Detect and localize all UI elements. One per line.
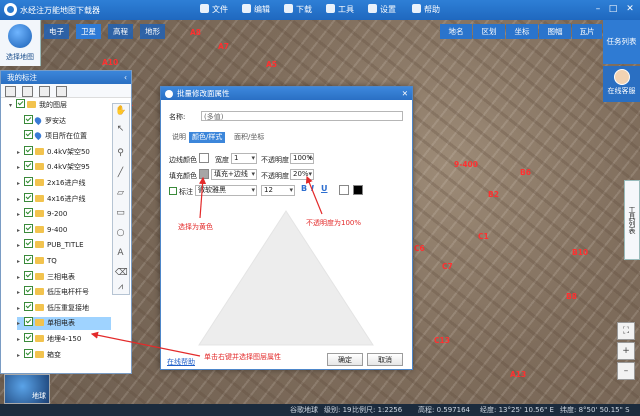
minimap-label: 地球 [32, 392, 46, 400]
status-bar: 谷歌地球 级别: 19 比例尺: 1:2256 高程: 0.597164 经度:… [0, 404, 640, 416]
status-elevation: 高程: 0.597164 [418, 406, 470, 414]
minimap[interactable]: 地球 [4, 374, 50, 404]
status-longitude: 经度: 13°25' 10.56" E [480, 406, 554, 414]
annotation-arrows [90, 175, 323, 357]
status-latitude: 纬度: 8°50' 50.15" S [560, 406, 630, 414]
status-scale: 比例尺: 1:2256 [352, 406, 403, 414]
status-source: 谷歌地球 [290, 406, 318, 414]
annotation-opacity: 不透明度为100% [306, 219, 362, 227]
status-level: 级别: 19 [324, 406, 352, 414]
annotation-gray: 选择为黄色 [178, 223, 213, 231]
map-canvas[interactable]: A8 A7 A5 A4 A10 B10 C7 C6 C1 A13 B2 B6 C… [0, 0, 640, 416]
annotation-rightclick: 单击右键并选择图层属性 [204, 353, 281, 361]
